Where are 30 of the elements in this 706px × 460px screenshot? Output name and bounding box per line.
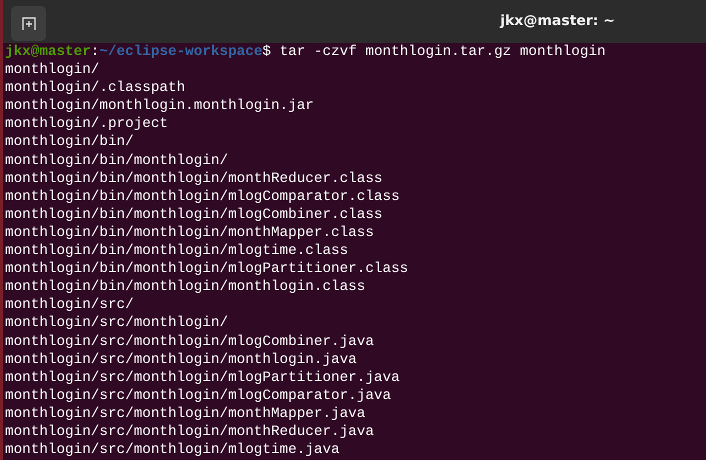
output-line: monthlogin/.classpath <box>5 80 186 96</box>
output-line: monthlogin/bin/monthlogin/monthReducer.class <box>5 170 382 187</box>
output-line: monthlogin/.project <box>5 116 168 132</box>
output-line: monthlogin/bin/monthlogin/mlogComparator.class <box>5 188 400 205</box>
new-tab-icon <box>22 17 36 30</box>
output-line: monthlogin/monthlogin.monthlogin.jar <box>5 98 314 114</box>
command-text: tar -czvf monthlogin.tar.gz monthlogin <box>280 44 606 60</box>
output-line: monthlogin/src/ <box>5 297 134 314</box>
output-line: monthlogin/src/monthlogin/monthlogin.java <box>5 352 357 368</box>
prompt-path: ~/eclipse-workspace <box>99 44 262 60</box>
prompt-separator: : <box>90 44 100 60</box>
output-line: monthlogin/src/monthlogin/mlogComparator.java <box>5 388 392 404</box>
new-tab-button[interactable] <box>11 6 46 41</box>
output-line: monthlogin/src/monthlogin/monthReducer.java <box>5 424 374 440</box>
output-line: monthlogin/bin/ <box>5 134 134 150</box>
output-line: monthlogin/bin/monthlogin/monthlogin.class <box>5 279 366 296</box>
output-line: monthlogin/bin/monthlogin/mlogCombiner.class <box>5 206 382 223</box>
output-line: monthlogin/bin/monthlogin/ <box>5 152 228 169</box>
output-line: monthlogin/src/monthlogin/monthMapper.java <box>5 406 366 422</box>
prompt-user-host: jkx@master <box>5 44 91 60</box>
output-line: monthlogin/ <box>5 62 100 78</box>
output-line: monthlogin/bin/monthlogin/monthMapper.class <box>5 224 374 241</box>
output-line: monthlogin/src/monthlogin/mlogtime.java <box>5 442 340 458</box>
output-line: monthlogin/bin/monthlogin/mlogtime.class <box>5 243 348 260</box>
output-line: monthlogin/bin/monthlogin/mlogPartitioner.class <box>5 261 408 278</box>
window-title: jkx@master: ~ <box>500 12 615 31</box>
output-line: monthlogin/src/monthlogin/mlogPartitioner.java <box>5 370 400 386</box>
prompt-symbol: $ <box>262 44 271 60</box>
output-line: monthlogin/src/monthlogin/mlogCombiner.java <box>5 334 374 350</box>
output-line: monthlogin/src/monthlogin/ <box>5 315 228 332</box>
